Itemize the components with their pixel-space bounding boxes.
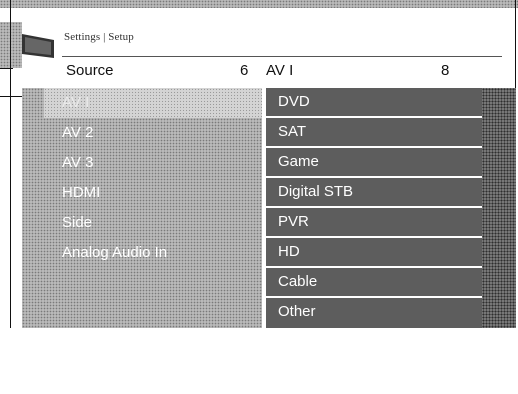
device-item-cable[interactable]: Cable (266, 268, 482, 298)
device-list: DVD SAT Game Digital STB PVR HD Cable Ot… (266, 88, 482, 328)
source-column-header: Source (66, 62, 114, 79)
device-item-pvr[interactable]: PVR (266, 208, 482, 238)
device-count: 8 (441, 62, 450, 79)
source-item-av2[interactable]: AV 2 (22, 118, 262, 148)
device-item-sat[interactable]: SAT (266, 118, 482, 148)
source-item-label: AV 2 (62, 124, 94, 141)
scroll-strip (482, 88, 516, 328)
device-item-label: HD (278, 243, 300, 260)
device-item-label: DVD (278, 93, 310, 110)
source-item-analog-audio-in[interactable]: Analog Audio In (22, 238, 262, 268)
settings-panel: AV I AV 2 AV 3 HDMI Side Analog Audio In… (22, 88, 516, 328)
device-item-label: PVR (278, 213, 309, 230)
source-count: 6 (240, 62, 249, 79)
device-item-label: SAT (278, 123, 307, 140)
source-item-label: HDMI (62, 184, 101, 201)
source-item-hdmi[interactable]: HDMI (22, 178, 262, 208)
device-item-dvd[interactable]: DVD (266, 88, 482, 118)
source-item-av3[interactable]: AV 3 (22, 148, 262, 178)
device-item-label: Other (278, 303, 316, 320)
source-item-av1[interactable]: AV I (44, 88, 262, 118)
source-item-label: Analog Audio In (62, 244, 168, 261)
source-list: AV I AV 2 AV 3 HDMI Side Analog Audio In (22, 88, 262, 328)
source-item-label: Side (62, 214, 93, 231)
device-item-digital-stb[interactable]: Digital STB (266, 178, 482, 208)
breadcrumb: Settings | Setup (64, 31, 134, 43)
source-item-side[interactable]: Side (22, 208, 262, 238)
header-divider (62, 56, 502, 57)
tv-icon (20, 30, 56, 60)
info-area (10, 328, 516, 394)
device-item-label: Digital STB (278, 183, 354, 200)
device-column-header: AV I (266, 62, 294, 79)
source-item-label: AV I (62, 94, 90, 111)
device-item-label: Game (278, 153, 319, 170)
source-item-label: AV 3 (62, 154, 94, 171)
device-item-hd[interactable]: HD (266, 238, 482, 268)
device-item-label: Cable (278, 273, 318, 290)
device-item-other[interactable]: Other (266, 298, 482, 326)
device-item-game[interactable]: Game (266, 148, 482, 178)
